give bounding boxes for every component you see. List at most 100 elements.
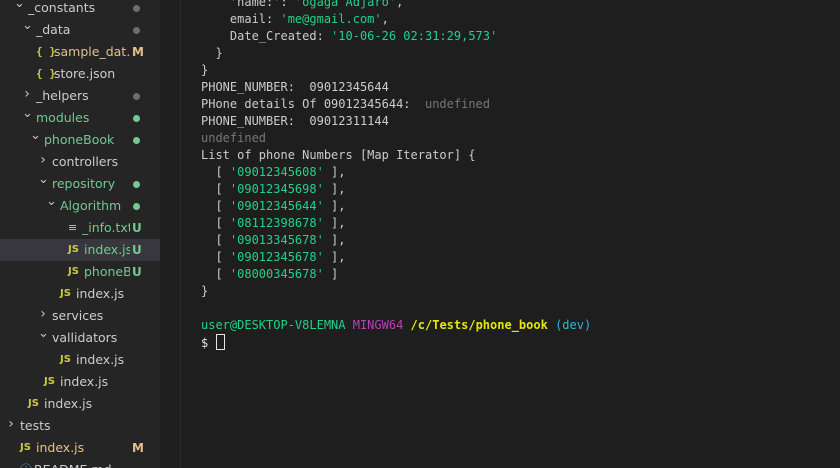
terminal-text: ],	[323, 233, 346, 247]
chevron-down-icon[interactable]: ⌄	[30, 129, 41, 143]
terminal-line: }	[201, 283, 208, 300]
terminal-line: }	[201, 62, 208, 79]
explorer-item-index-js[interactable]: JS index.js M	[0, 437, 160, 459]
explorer-item-label: index.js	[60, 374, 109, 389]
terminal-text: 'ogaga Adjaro'	[294, 0, 397, 9]
terminal-line: }	[201, 45, 223, 62]
terminal-text: }	[201, 46, 223, 60]
terminal-text: undefined	[201, 131, 267, 145]
explorer-item-label: index.js	[76, 286, 125, 301]
terminal-cursor[interactable]	[216, 334, 226, 350]
chevron-down-icon[interactable]: ⌄	[14, 0, 25, 11]
explorer-item-label: phoneBook	[44, 132, 115, 147]
file-explorer: ⌄_constants⌄_data{ }sample_dat…M{ }store…	[0, 0, 160, 468]
explorer-item-phoneb[interactable]: JS phoneB…U	[0, 261, 160, 283]
explorer-item-index-js[interactable]: JS index.js U	[0, 239, 160, 261]
terminal-text: [	[201, 216, 230, 230]
terminal-text: 'name:':	[201, 0, 295, 9]
explorer-item-tests[interactable]: › tests	[0, 415, 160, 437]
explorer-item-repository[interactable]: ⌄ repository	[0, 173, 160, 195]
explorer-item-sample-dat[interactable]: { }sample_dat…M	[0, 41, 160, 63]
explorer-item-controllers[interactable]: › controllers	[0, 151, 160, 173]
git-status-badge: M	[132, 45, 144, 59]
status-dot	[133, 5, 140, 12]
terminal-text: PHONE_NUMBER: 09012345644	[201, 80, 389, 94]
explorer-item-phonebook[interactable]: ⌄ phoneBook	[0, 129, 160, 151]
chevron-down-icon[interactable]: ⌄	[22, 107, 33, 121]
terminal-text: Date_Created:	[201, 29, 332, 43]
terminal-text: user@DESKTOP-V8LEMNA	[201, 318, 346, 332]
javascript-file-icon: JS	[44, 376, 55, 387]
terminal-panel[interactable]: 'name:': 'ogaga Adjaro', email: 'me@gmai…	[181, 0, 840, 468]
terminal-text: '08112398678'	[229, 216, 324, 230]
chevron-down-icon[interactable]: ⌄	[38, 327, 49, 341]
explorer-item-constants[interactable]: ⌄ _constants	[0, 0, 160, 19]
terminal-text: '09012345698'	[229, 182, 324, 196]
terminal-line: [ '08000345678' ]	[201, 266, 338, 283]
javascript-file-icon: JS	[60, 288, 71, 299]
terminal-text: ],	[323, 182, 346, 196]
terminal-line: PHONE_NUMBER: 09012311144	[201, 113, 389, 130]
terminal-text: PHONE_NUMBER: 09012311144	[201, 114, 389, 128]
javascript-file-icon: JS	[68, 266, 79, 277]
terminal-line: Date_Created: '10-06-26 02:31:29,573'	[201, 28, 497, 45]
explorer-item-label: sample_dat…	[54, 44, 130, 59]
explorer-scrollbar[interactable]	[160, 0, 181, 468]
explorer-item-vallidators[interactable]: ⌄ vallidators	[0, 327, 160, 349]
explorer-item-label: _constants	[28, 0, 96, 15]
terminal-text: }	[201, 63, 209, 77]
explorer-item-index-js[interactable]: JS index.js	[0, 371, 160, 393]
explorer-item-readme-md[interactable]: ⓘREADME.md	[0, 459, 160, 468]
terminal-line: 'name:': 'ogaga Adjaro',	[201, 0, 403, 11]
terminal-text: $	[201, 336, 216, 350]
explorer-item-label: repository	[52, 176, 116, 191]
terminal-text: PHone details Of 09012345644:	[201, 97, 425, 111]
explorer-item-services[interactable]: › services	[0, 305, 160, 327]
terminal-text: [	[201, 199, 230, 213]
explorer-item-label: modules	[36, 110, 90, 125]
terminal-text: (dev)	[555, 318, 592, 332]
chevron-right-icon[interactable]: ›	[38, 307, 48, 321]
terminal-line: PHone details Of 09012345644: undefined	[201, 96, 490, 113]
explorer-item-info-txt[interactable]: ≡ _info.txt U	[0, 217, 160, 239]
chevron-right-icon[interactable]: ›	[38, 153, 48, 167]
terminal-text: }	[201, 284, 209, 298]
explorer-item-label: vallidators	[52, 330, 118, 345]
terminal-text: undefined	[424, 97, 490, 111]
terminal-text: '09013345678'	[229, 233, 324, 247]
explorer-item-label: phoneB…	[84, 264, 130, 279]
explorer-item-label: Algorithm	[60, 198, 122, 213]
chevron-right-icon[interactable]: ›	[6, 417, 16, 431]
explorer-item-index-js[interactable]: JS index.js	[0, 283, 160, 305]
explorer-item-label: _data	[36, 22, 71, 37]
explorer-item-store-json[interactable]: { } store.json	[0, 63, 160, 85]
terminal-line: [ '09012345698' ],	[201, 181, 346, 198]
explorer-item-data[interactable]: ⌄ _data	[0, 19, 160, 41]
chevron-right-icon[interactable]: ›	[22, 87, 32, 101]
terminal-line: [ '09012345678' ],	[201, 249, 346, 266]
status-dot	[133, 27, 140, 34]
explorer-item-index-js[interactable]: JS index.js	[0, 349, 160, 371]
terminal-line: List of phone Numbers [Map Iterator] {	[201, 147, 476, 164]
status-dot	[133, 181, 140, 188]
chevron-down-icon[interactable]: ⌄	[46, 195, 57, 209]
explorer-item-index-js[interactable]: JS index.js	[0, 393, 160, 415]
explorer-item-helpers[interactable]: › _helpers	[0, 85, 160, 107]
chevron-down-icon[interactable]: ⌄	[22, 19, 33, 33]
info-icon: ⓘ	[20, 463, 32, 468]
explorer-item-modules[interactable]: ⌄ modules	[0, 107, 160, 129]
explorer-item-label: _info.txt	[82, 220, 130, 235]
explorer-item-algorithm[interactable]: ⌄ Algorithm	[0, 195, 160, 217]
terminal-text: List of phone Numbers [Map Iterator] {	[201, 148, 476, 162]
json-file-icon: { }	[36, 45, 56, 58]
explorer-item-label: index.js	[84, 242, 130, 257]
terminal-text: ],	[323, 250, 346, 264]
explorer-item-label: index.js	[76, 352, 125, 367]
javascript-file-icon: JS	[68, 244, 79, 255]
terminal-text: MINGW64	[352, 318, 404, 332]
terminal-line: undefined	[201, 130, 266, 147]
chevron-down-icon[interactable]: ⌄	[38, 173, 49, 187]
status-dot	[133, 137, 140, 144]
